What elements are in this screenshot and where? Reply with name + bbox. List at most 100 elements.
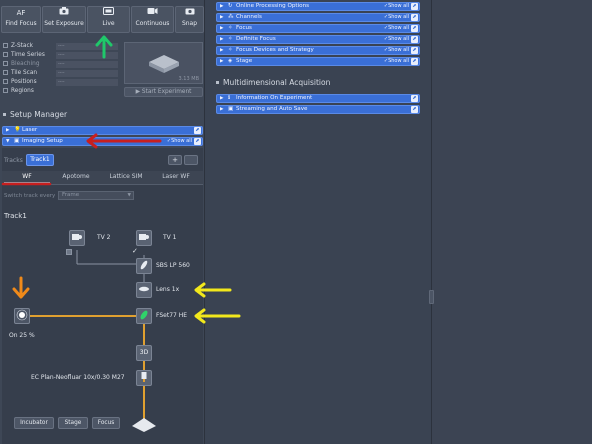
pin-icon[interactable]: ⬈	[411, 36, 418, 43]
set-exposure-button[interactable]: Set Exposure	[42, 6, 86, 33]
right-panel: ▶ ↻ Online Processing Options ✓Show all ⬈…	[216, 0, 431, 444]
expand-arrow-icon: ▶	[220, 4, 224, 9]
show-all-toggle[interactable]: ✓Show all	[384, 25, 409, 32]
imaging-setup-section[interactable]: ▼ ▣ Imaging Setup ✓Show all ⬈	[2, 137, 203, 146]
show-all-toggle[interactable]: ✓Show all	[384, 58, 409, 65]
tile-scan-option[interactable]: Tile Scan ----	[3, 70, 118, 78]
tab-lattice-sim[interactable]: Lattice SIM	[102, 173, 150, 183]
play-icon: ▶	[135, 89, 141, 95]
save-icon: ▣	[228, 106, 234, 112]
track-heading: Track1	[4, 212, 27, 220]
lens-1x[interactable]	[136, 282, 152, 298]
show-all-toggle[interactable]: ✓Show all	[384, 47, 409, 54]
stage-section[interactable]: ▶ ◈ Stage ✓Show all ⬈	[216, 57, 420, 66]
stage-button[interactable]: Stage	[58, 417, 88, 429]
focus-devices-section[interactable]: ▶ ✧ Focus Devices and Strategy ✓Show all …	[216, 46, 420, 55]
checkbox[interactable]	[3, 61, 8, 66]
incubator-button[interactable]: Incubator	[14, 417, 54, 429]
checkbox[interactable]	[3, 79, 8, 84]
bleaching-option[interactable]: Bleaching ----	[3, 61, 118, 69]
show-all-toggle[interactable]: ✓Show all	[384, 14, 409, 21]
beamsplitter-sbs[interactable]	[136, 258, 152, 274]
information-on-experiment-section[interactable]: ▶ ℹ Information On Experiment ⬈	[216, 94, 420, 103]
info-icon: ℹ	[228, 95, 231, 101]
light-source-icon	[16, 309, 28, 321]
pin-icon[interactable]: ⬈	[411, 95, 418, 102]
tv2-checkbox[interactable]	[66, 249, 72, 255]
tab-laser-wf[interactable]: Laser WF	[152, 173, 200, 183]
light-source[interactable]	[14, 308, 30, 324]
z-stack-option[interactable]: Z-Stack ----	[3, 43, 118, 51]
definite-focus-icon: ✧	[228, 36, 233, 42]
camera-tv2[interactable]	[69, 230, 85, 246]
live-icon	[88, 7, 129, 20]
file-size: 3.13 MB	[178, 76, 199, 82]
show-all-toggle[interactable]: ✓Show all	[167, 138, 192, 145]
panel-collapse-handle[interactable]	[429, 290, 434, 304]
pin-icon[interactable]: ⬈	[411, 106, 418, 113]
processing-icon: ↻	[228, 3, 233, 9]
imaging-setup-icon: ▣	[14, 138, 20, 144]
track-options-button[interactable]	[184, 155, 198, 165]
snap-button[interactable]: Snap	[175, 6, 204, 33]
focus-section[interactable]: ▶ ✧ Focus ✓Show all ⬈	[216, 24, 420, 33]
tab-wf[interactable]: WF	[4, 173, 50, 183]
regions-option[interactable]: Regions	[3, 88, 34, 96]
tracks-label: Tracks	[4, 157, 23, 164]
camera-icon	[43, 7, 85, 20]
checkbox[interactable]	[3, 70, 8, 75]
time-series-option[interactable]: Time Series ----	[3, 52, 118, 60]
expand-arrow-icon: ▶	[220, 37, 224, 42]
find-focus-button[interactable]: AF Find Focus	[1, 6, 41, 33]
pin-icon[interactable]: ⬈	[194, 138, 201, 145]
track1-chip[interactable]: Track1	[26, 154, 54, 166]
expand-arrow-icon: ▶	[220, 96, 224, 101]
stage-icon: ◈	[228, 58, 233, 64]
expand-arrow-icon: ▶	[220, 107, 224, 112]
camera-tv1[interactable]	[136, 230, 152, 246]
pin-icon[interactable]: ⬈	[411, 25, 418, 32]
bullet-icon	[216, 81, 219, 84]
live-button[interactable]: Live	[87, 6, 130, 33]
start-experiment-button[interactable]: ▶ Start Experiment	[124, 87, 203, 97]
continuous-button[interactable]: Continuous	[131, 6, 174, 33]
setup-manager-title: Setup Manager	[3, 110, 67, 119]
add-track-button[interactable]: +	[168, 155, 182, 165]
collapse-arrow-icon: ▼	[6, 139, 10, 144]
online-processing-section[interactable]: ▶ ↻ Online Processing Options ✓Show all ⬈	[216, 2, 420, 11]
definite-focus-section[interactable]: ▶ ✧ Definite Focus ✓Show all ⬈	[216, 35, 420, 44]
checkmark-icon: ✓	[132, 247, 138, 255]
filter-icon	[140, 310, 148, 320]
positions-option[interactable]: Positions ----	[3, 79, 118, 87]
apotome-3d-node[interactable]: 3D	[136, 345, 152, 361]
objective[interactable]	[136, 370, 152, 386]
lens-icon	[139, 286, 149, 292]
pin-icon[interactable]: ⬈	[411, 47, 418, 54]
beamsplitter-icon	[140, 260, 148, 270]
checkbox[interactable]	[3, 43, 8, 48]
show-all-toggle[interactable]: ✓Show all	[384, 3, 409, 10]
expand-arrow-icon: ▶	[220, 26, 224, 31]
switch-track-select[interactable]: Frame ▼	[58, 191, 134, 200]
focus-button[interactable]: Focus	[92, 417, 120, 429]
multidimensional-title: Multidimensional Acquisition	[216, 78, 330, 87]
tab-apotome[interactable]: Apotome	[52, 173, 100, 183]
pin-icon[interactable]: ⬈	[411, 14, 418, 21]
checkbox[interactable]	[3, 88, 8, 93]
sample-volume-icon	[149, 55, 179, 73]
chevron-down-icon: ▼	[127, 193, 131, 198]
laser-section[interactable]: ▶ 💡 Laser ⬈	[2, 126, 203, 135]
checkbox[interactable]	[3, 52, 8, 57]
pin-icon[interactable]: ⬈	[411, 3, 418, 10]
channels-section[interactable]: ▶ ⁂ Channels ✓Show all ⬈	[216, 13, 420, 22]
streaming-auto-save-section[interactable]: ▶ ▣ Streaming and Auto Save ⬈	[216, 105, 420, 114]
left-panel: AF Find Focus Set Exposure Live Continuo…	[0, 0, 205, 444]
filter-set-fset77[interactable]	[136, 308, 152, 324]
video-icon	[132, 7, 173, 20]
expand-arrow-icon: ▶	[220, 15, 224, 20]
pin-icon[interactable]: ⬈	[411, 58, 418, 65]
expand-arrow-icon: ▶	[220, 48, 224, 53]
bullet-icon	[3, 113, 6, 116]
show-all-toggle[interactable]: ✓Show all	[384, 36, 409, 43]
pin-icon[interactable]: ⬈	[194, 127, 201, 134]
